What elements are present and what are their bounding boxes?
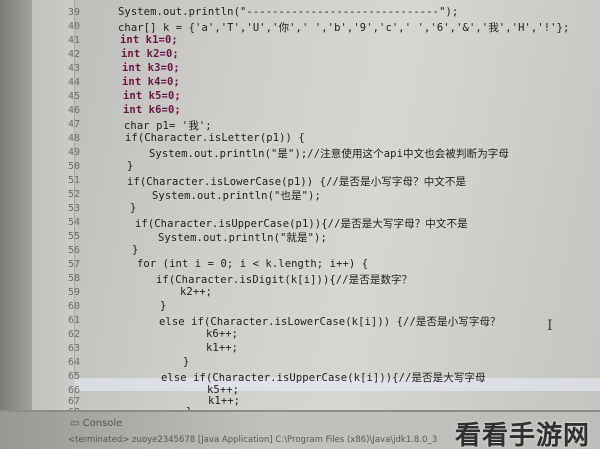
code-line-50[interactable]: } xyxy=(127,160,133,172)
code-line-43[interactable]: int k3=0; xyxy=(122,62,180,74)
code-line-59[interactable]: k2++; xyxy=(180,286,212,298)
watermark-logo: 看看手游网 xyxy=(454,421,590,449)
code-line-41[interactable]: int k1=0; xyxy=(120,34,178,46)
code-line-53[interactable]: } xyxy=(130,202,136,214)
code-line-61[interactable]: else if(Character.isLowerCase(k[i])) {//… xyxy=(159,314,501,329)
code-line-45[interactable]: int k5=0; xyxy=(123,90,181,102)
code-line-52[interactable]: System.out.println("也是"); xyxy=(152,188,321,203)
code-line-64[interactable]: } xyxy=(183,356,189,368)
console-icon: ▭ xyxy=(70,418,80,429)
code-line-58[interactable]: if(Character.isDigit(k[i])){//是否是数字？ xyxy=(156,272,412,287)
code-line-44[interactable]: int k4=0; xyxy=(122,76,180,88)
code-line-65[interactable]: else if(Character.isUpperCase(k[i])){//是… xyxy=(161,370,486,385)
console-status: <terminated> zuoye2345678 [Java Applicat… xyxy=(68,435,438,445)
code-line-40[interactable]: char[] k = {'a','T','U','你',' ','b','9',… xyxy=(118,20,569,35)
code-line-62[interactable]: k6++; xyxy=(206,328,238,340)
code-line-55[interactable]: System.out.println("就是"); xyxy=(158,230,327,245)
console-tab[interactable]: ▭ Console xyxy=(70,418,122,429)
code-line-42[interactable]: int k2=0; xyxy=(121,48,179,60)
code-line-48[interactable]: if(Character.isLetter(p1)) { xyxy=(125,132,305,144)
code-line-49[interactable]: System.out.println("是");//注意使用这个api中文也会被… xyxy=(149,146,509,161)
code-line-47[interactable]: char p1= '我'; xyxy=(124,118,212,133)
code-line-56[interactable]: } xyxy=(132,244,138,256)
code-editor[interactable]: System.out.println("--------------------… xyxy=(0,0,600,418)
code-line-51[interactable]: if(Character.isLowerCase(p1)) {//是否是小写字母… xyxy=(127,174,466,189)
code-line-54[interactable]: if(Character.isUpperCase(p1)){//是否是大写字母？… xyxy=(135,216,468,231)
code-line-67[interactable]: k1++; xyxy=(208,395,240,407)
code-line-39[interactable]: System.out.println("--------------------… xyxy=(118,6,458,18)
code-line-60[interactable]: } xyxy=(160,300,166,312)
code-line-57[interactable]: for (int i = 0; i < k.length; i++) { xyxy=(137,258,368,270)
code-line-63[interactable]: k1++; xyxy=(206,342,238,354)
console-tab-label: Console xyxy=(82,418,123,429)
text-cursor-icon: I xyxy=(547,318,553,334)
code-line-46[interactable]: int k6=0; xyxy=(123,104,181,116)
editor-screen: 39 40 41 42 43 44 45 46 47 48 49 50 51 52 53 54 55 56 57 58… xyxy=(0,0,600,449)
